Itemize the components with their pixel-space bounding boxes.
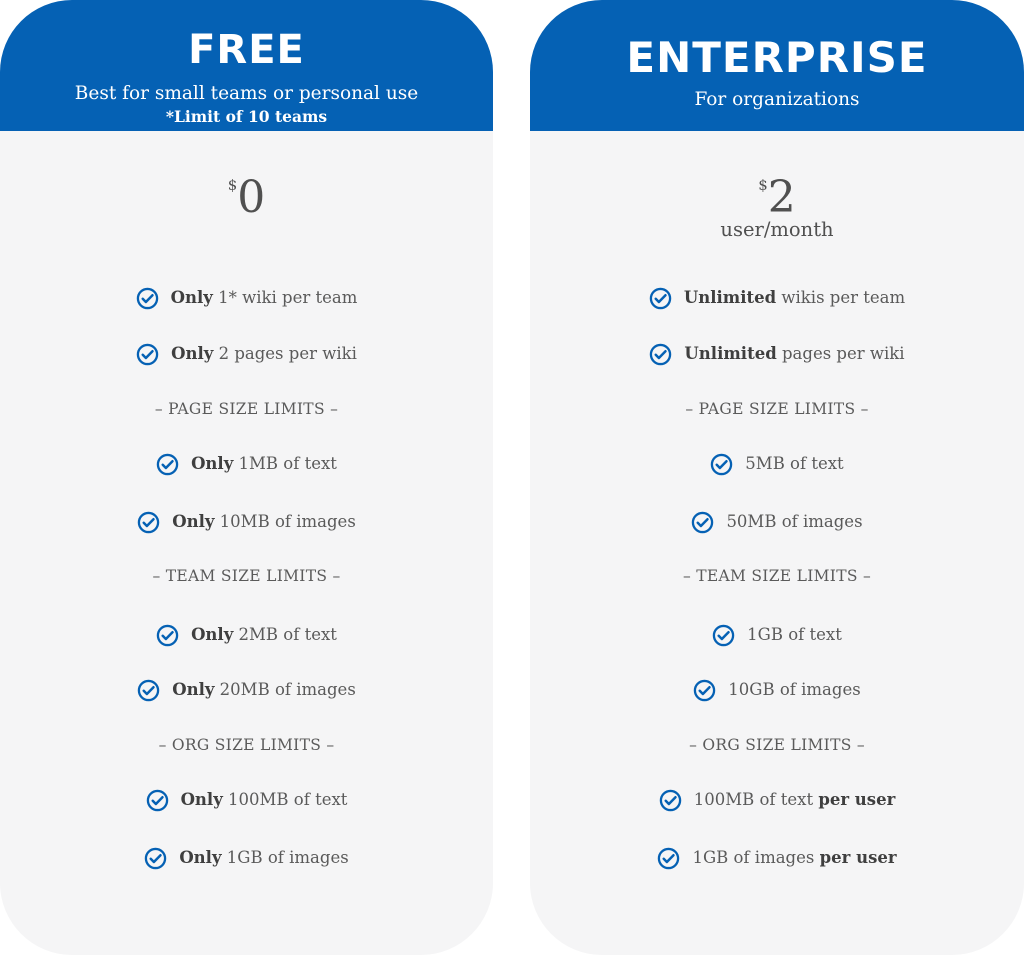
feature-bold: Only xyxy=(191,625,234,644)
feature-text: 2MB of text xyxy=(233,625,337,644)
feature-text: 1GB of images xyxy=(221,848,349,867)
feature-text: 100MB of text xyxy=(693,790,819,809)
feature-text: 1MB of text xyxy=(233,454,337,473)
free-plan-header: FREE Best for small teams or personal us… xyxy=(0,0,493,131)
free-feature-team-images: Only 20MB of images xyxy=(0,677,493,703)
enterprise-plan-subtitle: For organizations xyxy=(694,89,860,110)
feature-text: 2 pages per wiki xyxy=(213,344,357,363)
free-feature-team-text: Only 2MB of text xyxy=(0,622,493,648)
feature-text: 1GB of text xyxy=(747,625,842,644)
enterprise-section-org-limits: – ORG SIZE LIMITS – xyxy=(689,736,865,754)
check-circle-icon xyxy=(649,287,672,309)
enterprise-plan-header: ENTERPRISE For organizations xyxy=(530,0,1024,131)
free-feature-page-text: Only 1MB of text xyxy=(0,451,493,477)
feature-bold: Only xyxy=(171,344,214,363)
free-plan-note: *Limit of 10 teams xyxy=(165,107,328,126)
feature-text: 5MB of text xyxy=(745,454,844,473)
check-circle-icon xyxy=(136,343,159,365)
free-feature-org-text: Only 100MB of text xyxy=(0,787,493,813)
free-section-org-limits: – ORG SIZE LIMITS – xyxy=(158,736,335,754)
check-circle-icon xyxy=(145,847,167,869)
feature-bold: per user xyxy=(818,790,896,809)
feature-text: 20MB of images xyxy=(214,680,356,699)
free-section-page-limits: – PAGE SIZE LIMITS – xyxy=(154,400,339,418)
feature-bold: Unlimited xyxy=(684,344,777,363)
check-circle-icon xyxy=(711,453,733,475)
enterprise-feature-page-text: 5MB of text xyxy=(530,451,1024,477)
enterprise-feature-org-images: 1GB of images per user xyxy=(530,845,1024,871)
check-circle-icon xyxy=(712,624,735,646)
check-circle-icon xyxy=(137,511,160,533)
feature-bold: Only xyxy=(179,848,222,867)
price-period: user/month xyxy=(720,218,834,241)
check-circle-icon xyxy=(136,287,158,309)
price-amount: 0 xyxy=(237,172,266,223)
feature-text: pages per wiki xyxy=(776,344,905,363)
price-amount: 2 xyxy=(767,172,796,223)
check-circle-icon xyxy=(659,789,681,811)
feature-text: wikis per team xyxy=(776,288,906,307)
check-circle-icon xyxy=(694,679,716,701)
enterprise-feature-wikis: Unlimited wikis per team xyxy=(530,285,1024,311)
currency-symbol: $ xyxy=(227,176,238,194)
enterprise-feature-pages: Unlimited pages per wiki xyxy=(530,341,1024,367)
enterprise-plan-price: $2 xyxy=(530,176,1024,220)
enterprise-feature-team-text: 1GB of text xyxy=(530,622,1024,648)
check-circle-icon xyxy=(650,343,672,365)
free-plan-name: FREE xyxy=(188,27,305,73)
free-feature-org-images: Only 1GB of images xyxy=(0,845,493,871)
currency-symbol: $ xyxy=(758,176,768,194)
free-feature-page-images: Only 10MB of images xyxy=(0,509,493,535)
check-circle-icon xyxy=(156,624,179,646)
check-circle-icon xyxy=(156,453,179,475)
check-circle-icon xyxy=(658,847,680,869)
feature-bold: Only xyxy=(172,512,215,531)
enterprise-feature-page-images: 50MB of images xyxy=(530,509,1024,535)
feature-text: 10GB of images xyxy=(728,680,861,699)
enterprise-plan-card: ENTERPRISE For organizations $2 user/mon… xyxy=(530,0,1024,955)
feature-bold: Only xyxy=(180,790,223,809)
enterprise-feature-team-images: 10GB of images xyxy=(530,677,1024,703)
free-section-team-limits: – TEAM SIZE LIMITS – xyxy=(152,567,341,585)
feature-text: 50MB of images xyxy=(726,512,863,531)
enterprise-plan-name: ENTERPRISE xyxy=(626,33,928,82)
enterprise-section-page-limits: – PAGE SIZE LIMITS – xyxy=(685,400,869,418)
enterprise-feature-org-text: 100MB of text per user xyxy=(530,787,1024,813)
feature-text: 1GB of images xyxy=(692,848,820,867)
free-feature-pages: Only 2 pages per wiki xyxy=(0,341,493,367)
check-circle-icon xyxy=(146,789,168,811)
free-feature-wikis: Only 1* wiki per team xyxy=(0,285,493,311)
feature-bold: Unlimited xyxy=(683,288,777,307)
feature-bold: Only xyxy=(170,288,213,307)
free-plan-price: $0 xyxy=(0,176,493,220)
free-plan-card: FREE Best for small teams or personal us… xyxy=(0,0,493,955)
check-circle-icon xyxy=(137,679,160,701)
check-circle-icon xyxy=(692,511,714,533)
feature-bold: per user xyxy=(819,848,897,867)
feature-bold: Only xyxy=(191,454,234,473)
feature-text: 100MB of text xyxy=(222,790,348,809)
feature-text: 1* wiki per team xyxy=(212,288,358,307)
free-plan-subtitle: Best for small teams or personal use xyxy=(74,83,419,104)
feature-bold: Only xyxy=(172,680,215,699)
enterprise-section-team-limits: – TEAM SIZE LIMITS – xyxy=(682,567,872,585)
feature-text: 10MB of images xyxy=(214,512,356,531)
